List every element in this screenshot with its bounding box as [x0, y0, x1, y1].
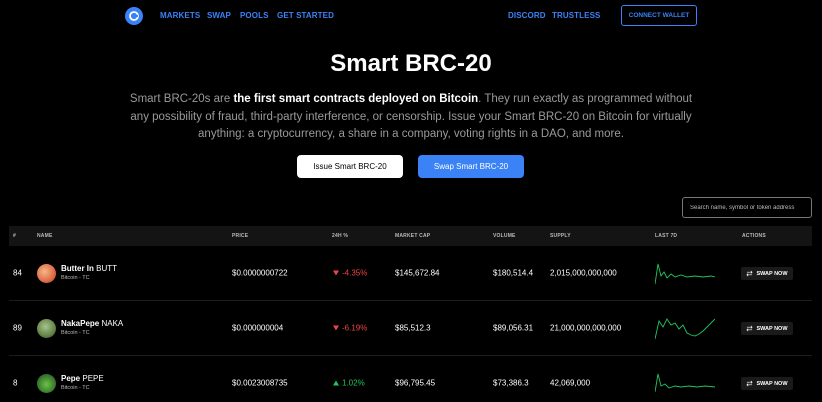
search-input[interactable]	[682, 197, 812, 218]
token-network: Bitcoin - TC	[61, 330, 90, 336]
header-volume[interactable]: VOLUME	[493, 233, 516, 239]
token-symbol: BUTT	[96, 264, 118, 273]
swap-now-label: SWAP NOW	[756, 325, 788, 332]
token-price: $0.0023008735	[232, 378, 288, 388]
token-market-cap: $85,512.3	[395, 323, 431, 333]
nav-discord[interactable]: DISCORD	[508, 11, 546, 20]
nakapepe-token-icon	[37, 319, 56, 338]
token-price: $0.0000000722	[232, 268, 288, 278]
table-row[interactable]: 8 Pepe PEPE Bitcoin - TC $0.0023008735 1…	[9, 356, 812, 402]
token-volume: $89,056.31	[493, 323, 534, 333]
token-change: -6.19%	[333, 324, 367, 333]
token-symbol: NAKA	[101, 319, 124, 328]
token-change: 1.02%	[333, 379, 365, 388]
change-value: -6.19%	[342, 323, 368, 333]
swap-now-button[interactable]: SWAP NOW	[741, 267, 793, 280]
swap-now-button[interactable]: SWAP NOW	[741, 377, 793, 390]
row-rank: 89	[13, 323, 22, 333]
swap-now-button[interactable]: SWAP NOW	[741, 322, 793, 335]
butter-token-icon	[37, 264, 56, 283]
header-last-7d: LAST 7D	[655, 233, 678, 239]
issue-smart-brc20-button[interactable]: Issue Smart BRC-20	[297, 155, 403, 178]
token-volume: $73,386.3	[493, 378, 529, 388]
token-supply: 2,015,000,000,000	[550, 268, 617, 278]
nav-trustless[interactable]: TRUSTLESS	[552, 11, 600, 20]
sparkline-chart	[655, 318, 715, 340]
token-network: Bitcoin - TC	[61, 275, 90, 281]
nav-get-started[interactable]: GET STARTED	[277, 11, 334, 20]
token-price: $0.000000004	[232, 323, 284, 333]
token-table: # NAME PRICE 24H % MARKET CAP VOLUME SUP…	[9, 226, 812, 402]
arrow-down-icon	[333, 270, 339, 276]
page-title: Smart BRC-20	[330, 50, 492, 77]
arrow-up-icon	[333, 380, 339, 386]
hero-desc-highlight: the first smart contracts deployed on Bi…	[233, 93, 479, 105]
header-name[interactable]: NAME	[37, 233, 53, 239]
table-row[interactable]: 89 NakaPepe NAKA Bitcoin - TC $0.0000000…	[9, 301, 812, 356]
token-name: Pepe PEPE	[61, 374, 104, 383]
token-symbol: PEPE	[82, 374, 104, 383]
header-price[interactable]: PRICE	[232, 233, 248, 239]
swap-smart-brc20-button[interactable]: Swap Smart BRC-20	[418, 155, 524, 178]
row-rank: 84	[13, 268, 22, 278]
token-change: -4.35%	[333, 269, 367, 278]
header-market-cap[interactable]: MARKET CAP	[395, 233, 430, 239]
change-value: 1.02%	[342, 378, 365, 388]
header-supply[interactable]: SUPPLY	[550, 233, 571, 239]
header-rank: #	[13, 233, 16, 239]
swap-arrows-icon	[746, 325, 754, 332]
token-name: NakaPepe NAKA	[61, 319, 123, 328]
token-market-cap: $145,672.84	[395, 268, 440, 278]
header-actions: ACTIONS	[742, 233, 766, 239]
swap-arrows-icon	[746, 380, 754, 387]
token-title: Butter In	[61, 264, 94, 273]
row-rank: 8	[13, 378, 18, 388]
change-value: -4.35%	[342, 268, 368, 278]
hero-desc-pre: Smart BRC-20s are	[129, 93, 234, 105]
pepe-token-icon	[37, 374, 56, 393]
nav-swap[interactable]: SWAP	[207, 11, 231, 20]
token-supply: 42,069,000	[550, 378, 591, 388]
token-name: Butter In BUTT	[61, 264, 117, 273]
token-volume: $180,514.4	[493, 268, 534, 278]
sparkline-chart	[655, 373, 715, 393]
arrow-down-icon	[333, 325, 339, 331]
table-header: # NAME PRICE 24H % MARKET CAP VOLUME SUP…	[9, 226, 812, 246]
token-title: NakaPepe	[61, 319, 100, 328]
hero-description: Smart BRC-20s are the first smart contra…	[128, 91, 694, 144]
connect-wallet-button[interactable]: CONNECT WALLET	[621, 5, 697, 26]
logo-icon[interactable]	[125, 7, 143, 25]
nav-markets[interactable]: MARKETS	[160, 11, 200, 20]
table-row[interactable]: 84 Butter In BUTT Bitcoin - TC $0.000000…	[9, 246, 812, 301]
swap-now-label: SWAP NOW	[756, 380, 788, 387]
token-network: Bitcoin - TC	[61, 385, 90, 391]
sparkline-chart	[655, 263, 715, 285]
token-title: Pepe	[61, 374, 81, 383]
swap-arrows-icon	[746, 270, 754, 277]
top-nav: MARKETS SWAP POOLS GET STARTED DISCORD T…	[0, 0, 822, 32]
token-supply: 21,000,000,000,000	[550, 323, 622, 333]
token-market-cap: $96,795.45	[395, 378, 436, 388]
swap-now-label: SWAP NOW	[756, 270, 788, 277]
header-24h[interactable]: 24H %	[332, 233, 348, 239]
nav-pools[interactable]: POOLS	[240, 11, 269, 20]
